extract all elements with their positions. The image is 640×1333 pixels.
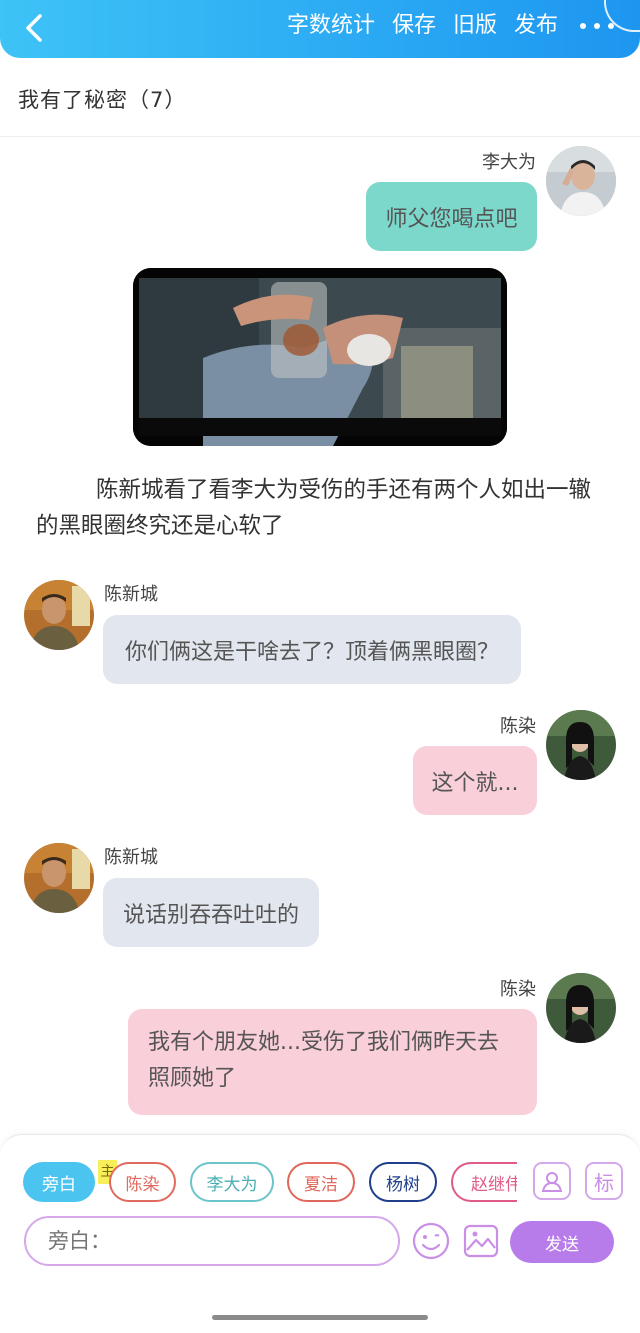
message-bubble[interactable]: 我有个朋友她...受伤了我们俩昨天去照顾她了 — [128, 1009, 537, 1115]
back-button[interactable] — [16, 8, 56, 48]
publish-button[interactable]: 发布 — [514, 9, 558, 43]
video-frame-image — [133, 268, 507, 446]
tag-button[interactable]: 标 — [585, 1162, 623, 1200]
speaker-name: 陈染 — [500, 716, 536, 737]
emoji-button[interactable] — [412, 1222, 450, 1260]
character-chip-chen-ran[interactable]: 陈染 — [109, 1162, 176, 1202]
user-icon — [541, 1172, 563, 1192]
smiley-icon — [412, 1222, 450, 1260]
image-button[interactable] — [462, 1222, 500, 1260]
add-character-button[interactable] — [533, 1162, 571, 1200]
chevron-left-icon — [26, 14, 42, 42]
character-chip-narrator[interactable]: 旁白 — [23, 1162, 95, 1202]
word-count-button[interactable]: 字数统计 — [287, 9, 375, 43]
image-icon — [463, 1224, 499, 1258]
avatar-photo — [546, 146, 616, 216]
top-actions: 字数统计 保存 旧版 发布 — [270, 9, 614, 43]
avatar-photo — [24, 843, 94, 913]
top-bar: 字数统计 保存 旧版 发布 — [0, 0, 640, 58]
narration-text[interactable]: 陈新城看了看李大为受伤的手还有两个人如出一辙的黑眼圈终究还是心软了 — [36, 472, 606, 544]
save-button[interactable]: 保存 — [392, 9, 436, 43]
message-input[interactable] — [24, 1216, 400, 1266]
avatar-photo — [546, 973, 616, 1043]
avatar-chen-xincheng[interactable] — [24, 843, 94, 913]
character-chip-li-dawei[interactable]: 李大为 — [190, 1162, 274, 1202]
speaker-name: 陈新城 — [104, 847, 158, 868]
message-bubble[interactable]: 你们俩这是干啥去了？顶着俩黑眼圈？ — [103, 615, 521, 684]
avatar-chen-ran[interactable] — [546, 710, 616, 780]
message-bubble[interactable]: 师父您喝点吧 — [366, 182, 537, 251]
avatar-li-dawei[interactable] — [546, 146, 616, 216]
more-dot-icon — [580, 23, 586, 29]
speaker-name: 陈新城 — [104, 584, 158, 605]
avatar-photo — [24, 580, 94, 650]
old-version-button[interactable]: 旧版 — [453, 9, 497, 43]
character-chip-yang-shu[interactable]: 杨树 — [369, 1162, 437, 1202]
home-indicator — [212, 1315, 428, 1320]
message-bubble[interactable]: 这个就... — [413, 746, 537, 815]
character-chip-xia-jie[interactable]: 夏洁 — [287, 1162, 355, 1202]
story-title: 我有了秘密（7） — [18, 88, 187, 112]
avatar-chen-ran[interactable] — [546, 973, 616, 1043]
avatar-photo — [546, 710, 616, 780]
video-card[interactable] — [133, 268, 507, 446]
send-button[interactable]: 发送 — [510, 1221, 614, 1263]
speaker-name: 陈染 — [500, 979, 536, 1000]
avatar-chen-xincheng[interactable] — [24, 580, 94, 650]
message-bubble[interactable]: 说话别吞吞吐吐的 — [103, 878, 319, 947]
character-chip-zhao-jiwei[interactable]: 赵继伟 — [451, 1162, 517, 1202]
divider — [0, 136, 640, 137]
speaker-name: 李大为 — [482, 152, 536, 173]
